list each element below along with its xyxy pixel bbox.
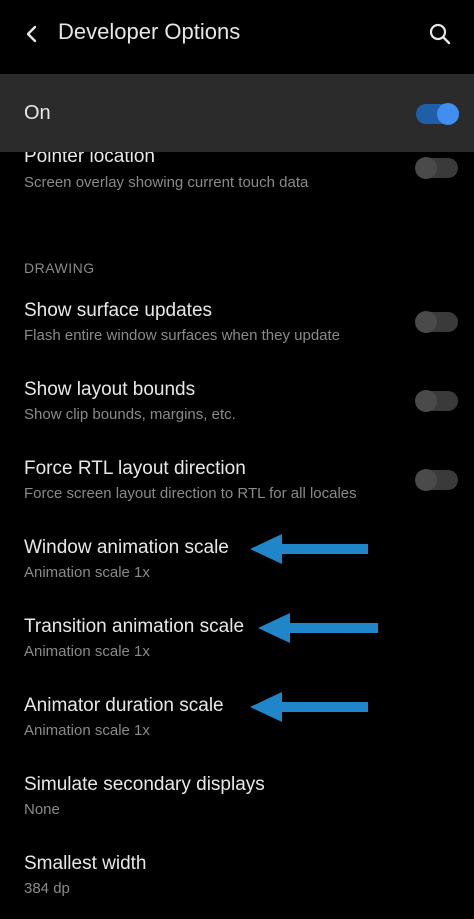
show-surface-updates-toggle[interactable] (415, 311, 458, 333)
setting-title: Show surface updates (24, 300, 213, 321)
setting-subtitle: Animation scale 1x (24, 643, 150, 660)
page-title: Developer Options (58, 19, 241, 44)
annotation-arrow-left-icon (250, 534, 368, 564)
toggle-knob (415, 311, 437, 333)
setting-title: Transition animation scale (24, 616, 245, 637)
setting-title: Show layout bounds (24, 379, 196, 400)
setting-show-layout-bounds[interactable]: Show layout bounds Show clip bounds, mar… (0, 369, 474, 435)
setting-window-animation-scale[interactable]: Window animation scale Animation scale 1… (0, 527, 474, 593)
setting-subtitle: Flash entire window surfaces when they u… (24, 327, 341, 344)
setting-force-rtl[interactable]: Force RTL layout direction Force screen … (0, 448, 474, 514)
search-button[interactable] (422, 14, 458, 54)
setting-title: Smallest width (24, 853, 147, 874)
pointer-location-toggle[interactable] (415, 157, 458, 179)
setting-subtitle: None (24, 801, 60, 818)
search-icon (429, 23, 451, 45)
master-switch-row[interactable]: On (0, 74, 474, 152)
toggle-knob (415, 157, 437, 179)
toggle-knob (437, 103, 459, 125)
settings-list[interactable]: Pointer location Screen overlay showing … (0, 152, 474, 919)
annotation-arrow-left-icon (250, 692, 368, 722)
setting-smallest-width[interactable]: Smallest width 384 dp (0, 843, 474, 909)
setting-subtitle: Screen overlay showing current touch dat… (24, 174, 309, 191)
setting-animator-duration-scale[interactable]: Animator duration scale Animation scale … (0, 685, 474, 751)
setting-subtitle: Force screen layout direction to RTL for… (24, 485, 357, 502)
setting-title: Window animation scale (24, 537, 229, 558)
app-bar: Developer Options (0, 0, 474, 72)
annotation-arrow-left-icon (258, 613, 378, 643)
master-switch-label: On (24, 102, 51, 124)
setting-transition-animation-scale[interactable]: Transition animation scale Animation sca… (0, 606, 474, 672)
setting-subtitle: Animation scale 1x (24, 564, 150, 581)
setting-title: Force RTL layout direction (24, 458, 246, 479)
master-switch-toggle[interactable] (416, 103, 459, 125)
setting-title: Animator duration scale (24, 695, 224, 716)
toggle-knob (415, 469, 437, 491)
setting-title: Pointer location (24, 152, 155, 167)
force-rtl-toggle[interactable] (415, 469, 458, 491)
setting-subtitle: Show clip bounds, margins, etc. (24, 406, 236, 423)
back-button[interactable] (14, 14, 50, 54)
setting-subtitle: Animation scale 1x (24, 722, 150, 739)
setting-subtitle: 384 dp (24, 880, 70, 897)
setting-title: Simulate secondary displays (24, 774, 265, 795)
setting-show-surface-updates[interactable]: Show surface updates Flash entire window… (0, 290, 474, 356)
chevron-left-icon (26, 25, 37, 43)
section-header-drawing: DRAWING (24, 260, 95, 276)
show-layout-bounds-toggle[interactable] (415, 390, 458, 412)
setting-pointer-location[interactable]: Pointer location Screen overlay showing … (0, 152, 474, 204)
setting-simulate-secondary-displays[interactable]: Simulate secondary displays None (0, 764, 474, 830)
toggle-knob (415, 390, 437, 412)
